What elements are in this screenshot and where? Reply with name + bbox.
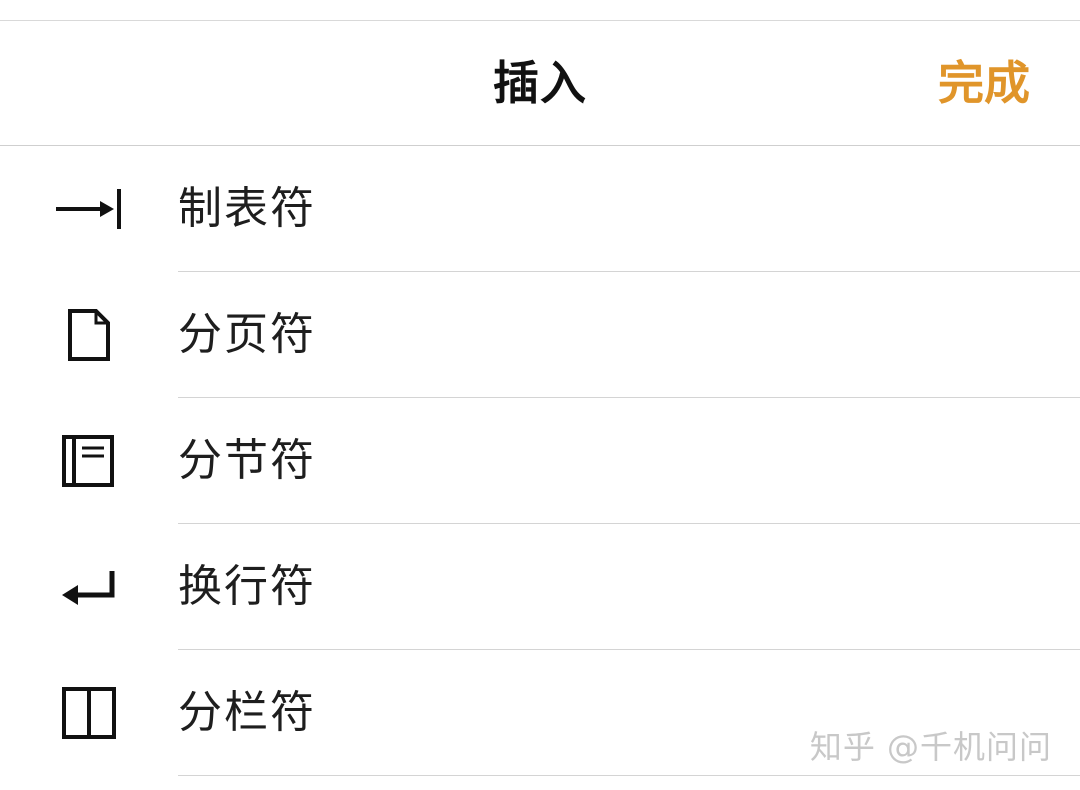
list-item-label: 换行符 <box>178 561 316 612</box>
list-item-label: 分栏符 <box>178 687 316 738</box>
list-item-label: 分页符 <box>178 309 316 360</box>
insert-list: 制表符 分页符 分节符 换行符 分栏符 <box>0 146 1080 776</box>
list-item-line-break[interactable]: 换行符 <box>0 524 1080 650</box>
page-title: 插入 <box>493 56 587 110</box>
list-item-tab[interactable]: 制表符 <box>0 146 1080 272</box>
tab-stop-icon <box>50 179 126 239</box>
list-item-page-break[interactable]: 分页符 <box>0 272 1080 398</box>
list-item-label: 分节符 <box>178 435 316 486</box>
section-break-icon <box>50 431 126 491</box>
list-item-section-break[interactable]: 分节符 <box>0 398 1080 524</box>
divider <box>178 775 1080 776</box>
column-break-icon <box>50 683 126 743</box>
list-item-label: 制表符 <box>178 183 316 234</box>
top-strip <box>0 0 1080 21</box>
line-break-icon <box>50 557 126 617</box>
nav-header: 插入 完成 <box>0 21 1080 146</box>
page-break-icon <box>50 305 126 365</box>
watermark: 知乎 @千机问问 <box>809 728 1052 766</box>
done-button[interactable]: 完成 <box>938 21 1030 145</box>
